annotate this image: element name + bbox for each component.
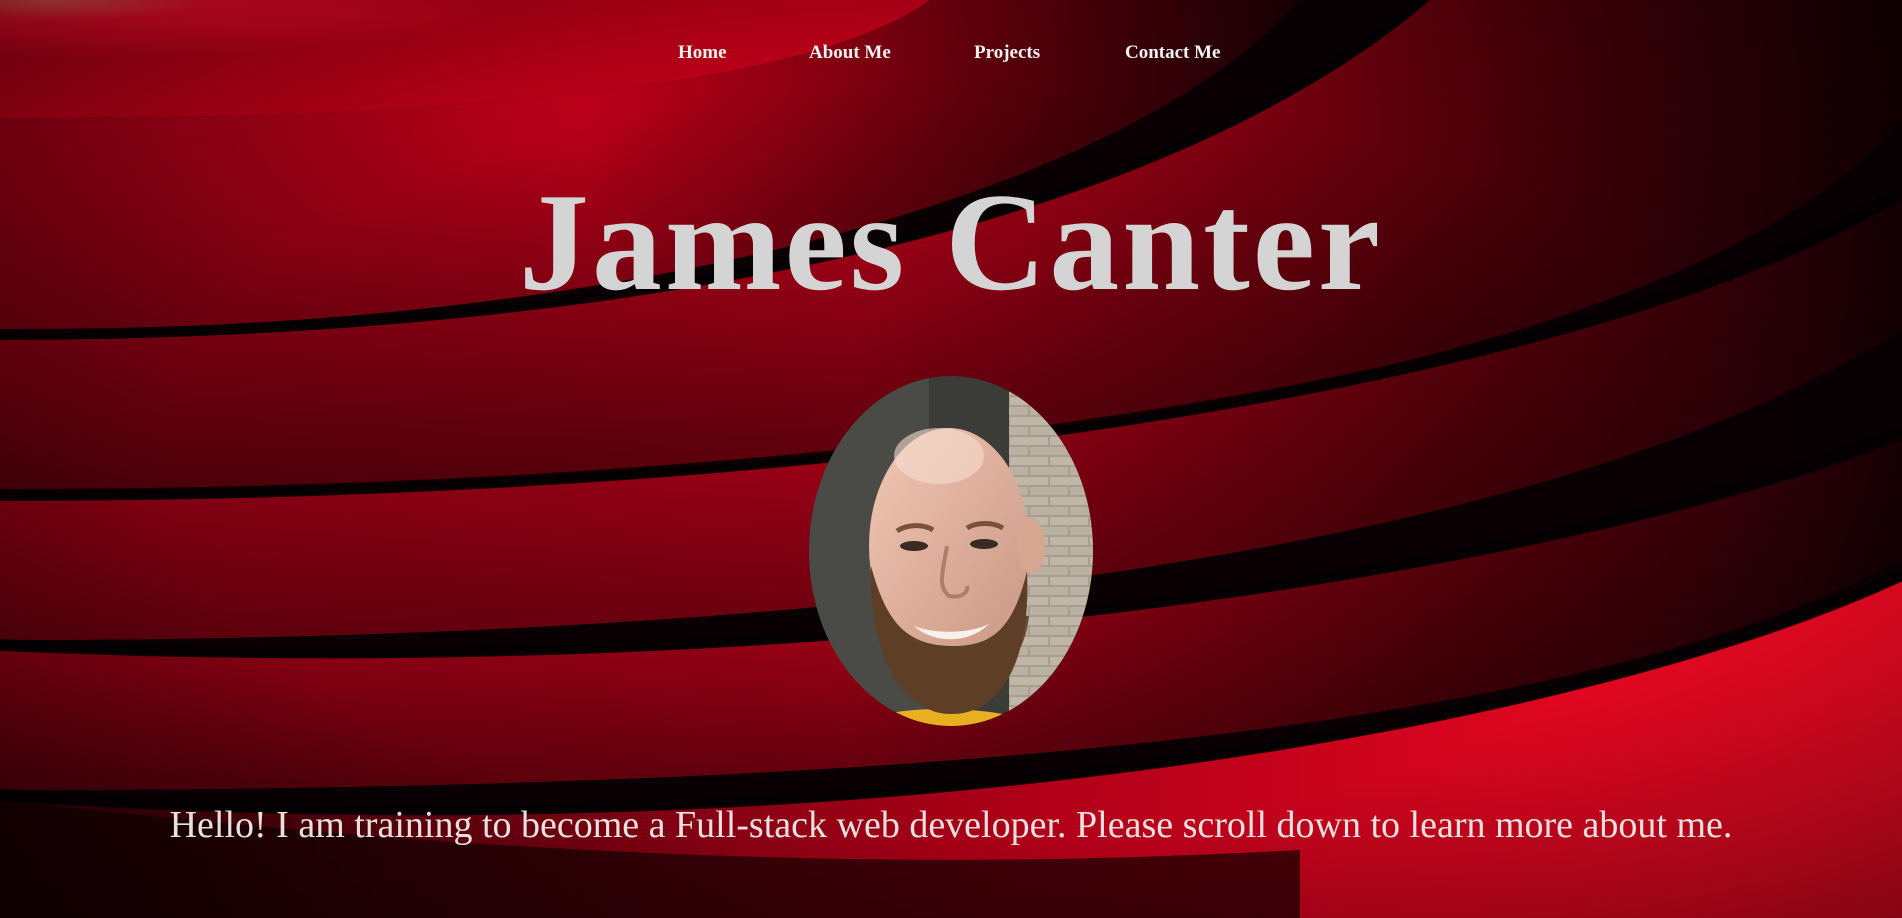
hero-page: Home About Me Projects Contact Me James … (0, 0, 1902, 918)
avatar (809, 376, 1093, 726)
profile-photo (809, 376, 1093, 726)
nav-link-projects[interactable]: Projects (974, 42, 1040, 64)
page-title: James Canter (518, 165, 1384, 320)
main-nav: Home About Me Projects Contact Me (0, 38, 1902, 68)
nav-link-about-me[interactable]: About Me (809, 42, 891, 64)
intro-text: Hello! I am training to become a Full-st… (169, 804, 1733, 846)
nav-link-contact-me[interactable]: Contact Me (1125, 42, 1221, 64)
nav-link-home[interactable]: Home (678, 42, 727, 64)
